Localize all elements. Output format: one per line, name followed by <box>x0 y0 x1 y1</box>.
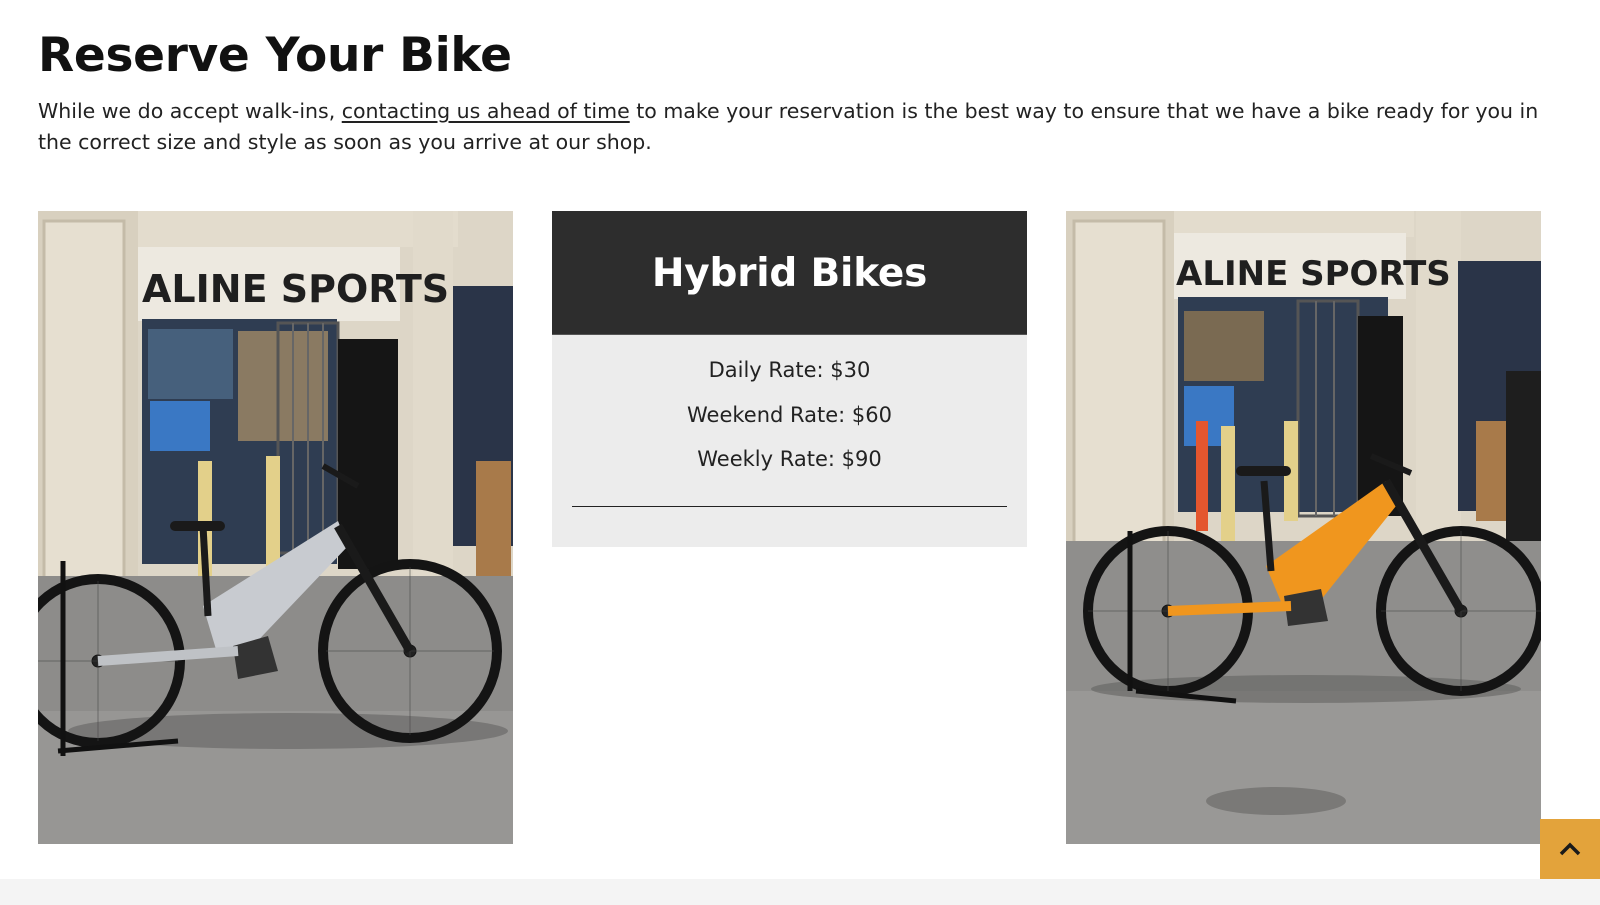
rate-card-header: Hybrid Bikes <box>552 211 1027 335</box>
weekly-rate: Weekly Rate: $90 <box>697 447 882 471</box>
rate-card-divider <box>572 506 1007 507</box>
hybrid-bikes-rate-card: Hybrid Bikes Daily Rate: $30 Weekend Rat… <box>552 211 1027 547</box>
daily-rate: Daily Rate: $30 <box>708 358 871 382</box>
sign-text: ALINE SPORTS <box>1176 254 1451 294</box>
intro-text-start: While we do accept walk-ins, <box>38 99 342 123</box>
contact-link[interactable]: contacting us ahead of time <box>342 99 630 123</box>
orange-bike-photo: ALINE SPORTS <box>1066 211 1541 844</box>
intro-paragraph: While we do accept walk-ins, contacting … <box>38 96 1558 158</box>
scroll-to-top-button[interactable] <box>1540 819 1600 879</box>
chevron-up-icon <box>1559 842 1581 856</box>
page-footer-edge <box>0 879 1600 905</box>
reserve-page: Reserve Your Bike While we do accept wal… <box>0 0 1600 905</box>
sign-text: ALINE SPORTS <box>142 267 449 311</box>
weekend-rate: Weekend Rate: $60 <box>686 402 892 427</box>
silver-bike-photo: ALINE SPORTS <box>38 211 513 844</box>
rate-card-title: Hybrid Bikes <box>651 251 928 296</box>
page-title: Reserve Your Bike <box>38 28 512 83</box>
rate-list: Daily Rate: $30 Weekend Rate: $60 Weekly… <box>552 348 1027 482</box>
